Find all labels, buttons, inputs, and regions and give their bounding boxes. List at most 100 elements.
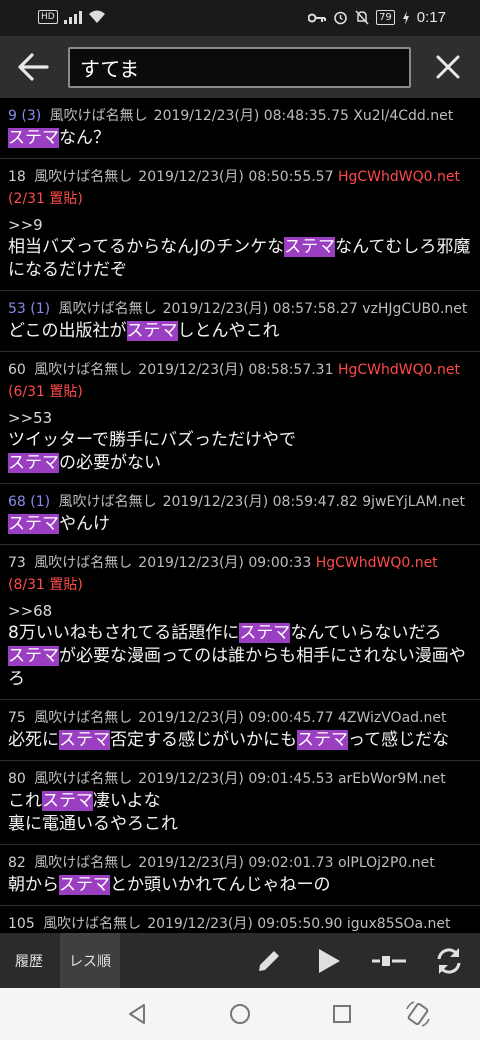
post-number-value: 80 xyxy=(8,771,26,787)
post-item[interactable]: 82 風吹けば名無し 2019/12/23(月) 09:02:01.73 olPL… xyxy=(0,845,480,906)
post-number[interactable]: 80 xyxy=(8,771,26,787)
play-icon xyxy=(319,949,340,973)
id-post-count: (6/31 置貼) xyxy=(8,384,83,400)
post-item[interactable]: 105 風吹けば名無し 2019/12/23(月) 09:05:50.90 igu… xyxy=(0,906,480,933)
post-order-tab[interactable]: レス順 xyxy=(60,933,120,988)
rotate-screen-button[interactable] xyxy=(403,999,433,1029)
poster-name: 風吹けば名無し xyxy=(49,108,148,124)
poster-name: 風吹けば名無し xyxy=(58,301,157,317)
poster-id-value: olPLOj2P0.net xyxy=(337,855,435,871)
post-number[interactable]: 82 xyxy=(8,855,26,871)
post-number[interactable]: 75 xyxy=(8,710,26,726)
charging-icon xyxy=(402,10,409,25)
poster-id[interactable]: 9jwEYjLAM.net xyxy=(362,494,465,510)
post-text: とか頭いかれてんじゃねーの xyxy=(110,875,331,895)
post-body: 必死にステマ否定する感じがいかにもステマって感じだな xyxy=(8,729,472,752)
nav-home-button[interactable] xyxy=(225,999,255,1029)
reply-anchor-link[interactable]: >>53 xyxy=(8,407,472,429)
post-date: 2019/12/23(月) 08:59:47.82 xyxy=(162,494,358,510)
history-tab[interactable]: 履歴 xyxy=(0,933,58,988)
battery-level: 79 xyxy=(376,10,395,25)
search-match-highlight: ステマ xyxy=(59,730,110,750)
post-header: 75 風吹けば名無し 2019/12/23(月) 09:00:45.77 4ZWi… xyxy=(8,707,472,729)
post-list[interactable]: 9 (3) 風吹けば名無し 2019/12/23(月) 08:48:35.75 X… xyxy=(0,98,480,933)
poster-id[interactable]: Xu2l/4Cdd.net xyxy=(353,108,453,124)
post-item[interactable]: 75 風吹けば名無し 2019/12/23(月) 09:00:45.77 4ZWi… xyxy=(0,700,480,761)
poster-id[interactable]: vzHJgCUB0.net xyxy=(362,301,467,317)
post-text: どこの出版社が xyxy=(8,321,127,341)
search-match-highlight: ステマ xyxy=(239,623,291,643)
slider-icon xyxy=(372,956,406,966)
post-date: 2019/12/23(月) 08:58:57.31 xyxy=(138,362,334,378)
post-text: 必死に xyxy=(8,730,59,750)
reply-anchor-link[interactable]: >>9 xyxy=(8,214,472,236)
post-date: 2019/12/23(月) 08:50:55.57 xyxy=(138,169,334,185)
autoscroll-button[interactable] xyxy=(307,939,351,983)
post-text: なんていらないだろ xyxy=(290,623,442,643)
post-item[interactable]: 60 風吹けば名無し 2019/12/23(月) 08:58:57.31 HgCW… xyxy=(0,352,480,484)
post-text: って感じだな xyxy=(348,730,450,750)
post-item[interactable]: 9 (3) 風吹けば名無し 2019/12/23(月) 08:48:35.75 X… xyxy=(0,98,480,159)
search-match-highlight: ステマ xyxy=(8,128,59,148)
nav-recents-button[interactable] xyxy=(327,999,357,1029)
write-button[interactable] xyxy=(247,939,291,983)
post-body: 8万いいねもされてる話題作にステマなんていらないだろ ステマが必要な漫画ってのは誰… xyxy=(8,622,472,691)
poster-name: 風吹けば名無し xyxy=(34,555,133,571)
post-header: 60 風吹けば名無し 2019/12/23(月) 08:58:57.31 HgCW… xyxy=(8,359,472,403)
search-match-highlight: ステマ xyxy=(42,791,93,811)
post-number[interactable]: 9 (3) xyxy=(8,108,41,124)
post-date: 2019/12/23(月) 09:02:01.73 xyxy=(138,855,334,871)
post-body-line: 相当バズってるからなんJのチンケなステマなんてむしろ邪魔 xyxy=(8,236,472,259)
clear-search-button[interactable] xyxy=(426,46,470,88)
poster-id[interactable]: olPLOj2P0.net xyxy=(338,855,435,871)
post-header: 18 風吹けば名無し 2019/12/23(月) 08:50:55.57 HgCW… xyxy=(8,166,472,210)
post-number-value: 60 xyxy=(8,362,26,378)
post-item[interactable]: 53 (1) 風吹けば名無し 2019/12/23(月) 08:57:58.27 … xyxy=(0,291,480,352)
post-number[interactable]: 18 xyxy=(8,169,26,185)
clock: 0:17 xyxy=(416,9,446,26)
network-type-badge: HD xyxy=(38,10,58,24)
poster-id[interactable]: 4ZWizVOad.net xyxy=(338,710,447,726)
nav-back-button[interactable] xyxy=(122,999,152,1029)
search-match-highlight: ステマ xyxy=(8,453,59,473)
post-number[interactable]: 73 xyxy=(8,555,26,571)
post-body-line: ろ xyxy=(8,668,472,691)
back-button[interactable] xyxy=(12,46,54,88)
post-body-line: これステマ凄いよな xyxy=(8,790,472,813)
id-post-count: (2/31 置貼) xyxy=(8,191,83,207)
search-input[interactable] xyxy=(68,47,411,88)
post-number[interactable]: 68 (1) xyxy=(8,494,50,510)
post-body: どこの出版社がステマしとんやこれ xyxy=(8,320,472,343)
refresh-button[interactable] xyxy=(427,939,471,983)
poster-name: 風吹けば名無し xyxy=(34,855,133,871)
poster-id[interactable]: igux85SOa.net xyxy=(347,916,451,932)
poster-id[interactable]: arEbWor9M.net xyxy=(338,771,446,787)
poster-name: 風吹けば名無し xyxy=(34,710,133,726)
post-header: 73 風吹けば名無し 2019/12/23(月) 09:00:33 HgCWhdW… xyxy=(8,552,472,596)
post-text: 朝から xyxy=(8,875,59,895)
post-number[interactable]: 60 xyxy=(8,362,26,378)
post-number[interactable]: 53 (1) xyxy=(8,301,50,317)
search-match-highlight: ステマ xyxy=(8,514,59,534)
pencil-icon xyxy=(259,951,279,971)
post-item[interactable]: 73 風吹けば名無し 2019/12/23(月) 09:00:33 HgCWhdW… xyxy=(0,545,480,700)
poster-id-value: arEbWor9M.net xyxy=(337,771,446,787)
post-header: 68 (1) 風吹けば名無し 2019/12/23(月) 08:59:47.82 … xyxy=(8,491,472,513)
post-text: ろ xyxy=(8,669,25,689)
reply-anchor-link[interactable]: >>68 xyxy=(8,600,472,622)
poster-id-value: HgCWhdWQ0.net xyxy=(337,362,460,378)
post-text: 裏に電通いるやろこれ xyxy=(8,814,178,834)
post-body-line: ステマやんけ xyxy=(8,513,472,536)
post-item[interactable]: 18 風吹けば名無し 2019/12/23(月) 08:50:55.57 HgCW… xyxy=(0,159,480,291)
post-text: 凄いよな xyxy=(93,791,161,811)
post-text: 8万いいねもされてる話題作に xyxy=(8,623,240,643)
post-body-line: 朝からステマとか頭いかれてんじゃねーの xyxy=(8,874,472,897)
post-body-line: ステマが必要な漫画ってのは誰からも相手にされない漫画や xyxy=(8,645,472,668)
post-item[interactable]: 68 (1) 風吹けば名無し 2019/12/23(月) 08:59:47.82 … xyxy=(0,484,480,545)
refresh-icon xyxy=(437,948,461,974)
post-number-value: 9 xyxy=(8,108,17,124)
scroll-position-button[interactable] xyxy=(367,939,411,983)
post-number-value: 105 xyxy=(8,916,35,932)
post-number[interactable]: 105 xyxy=(8,916,35,932)
post-item[interactable]: 80 風吹けば名無し 2019/12/23(月) 09:01:45.53 arEb… xyxy=(0,761,480,845)
